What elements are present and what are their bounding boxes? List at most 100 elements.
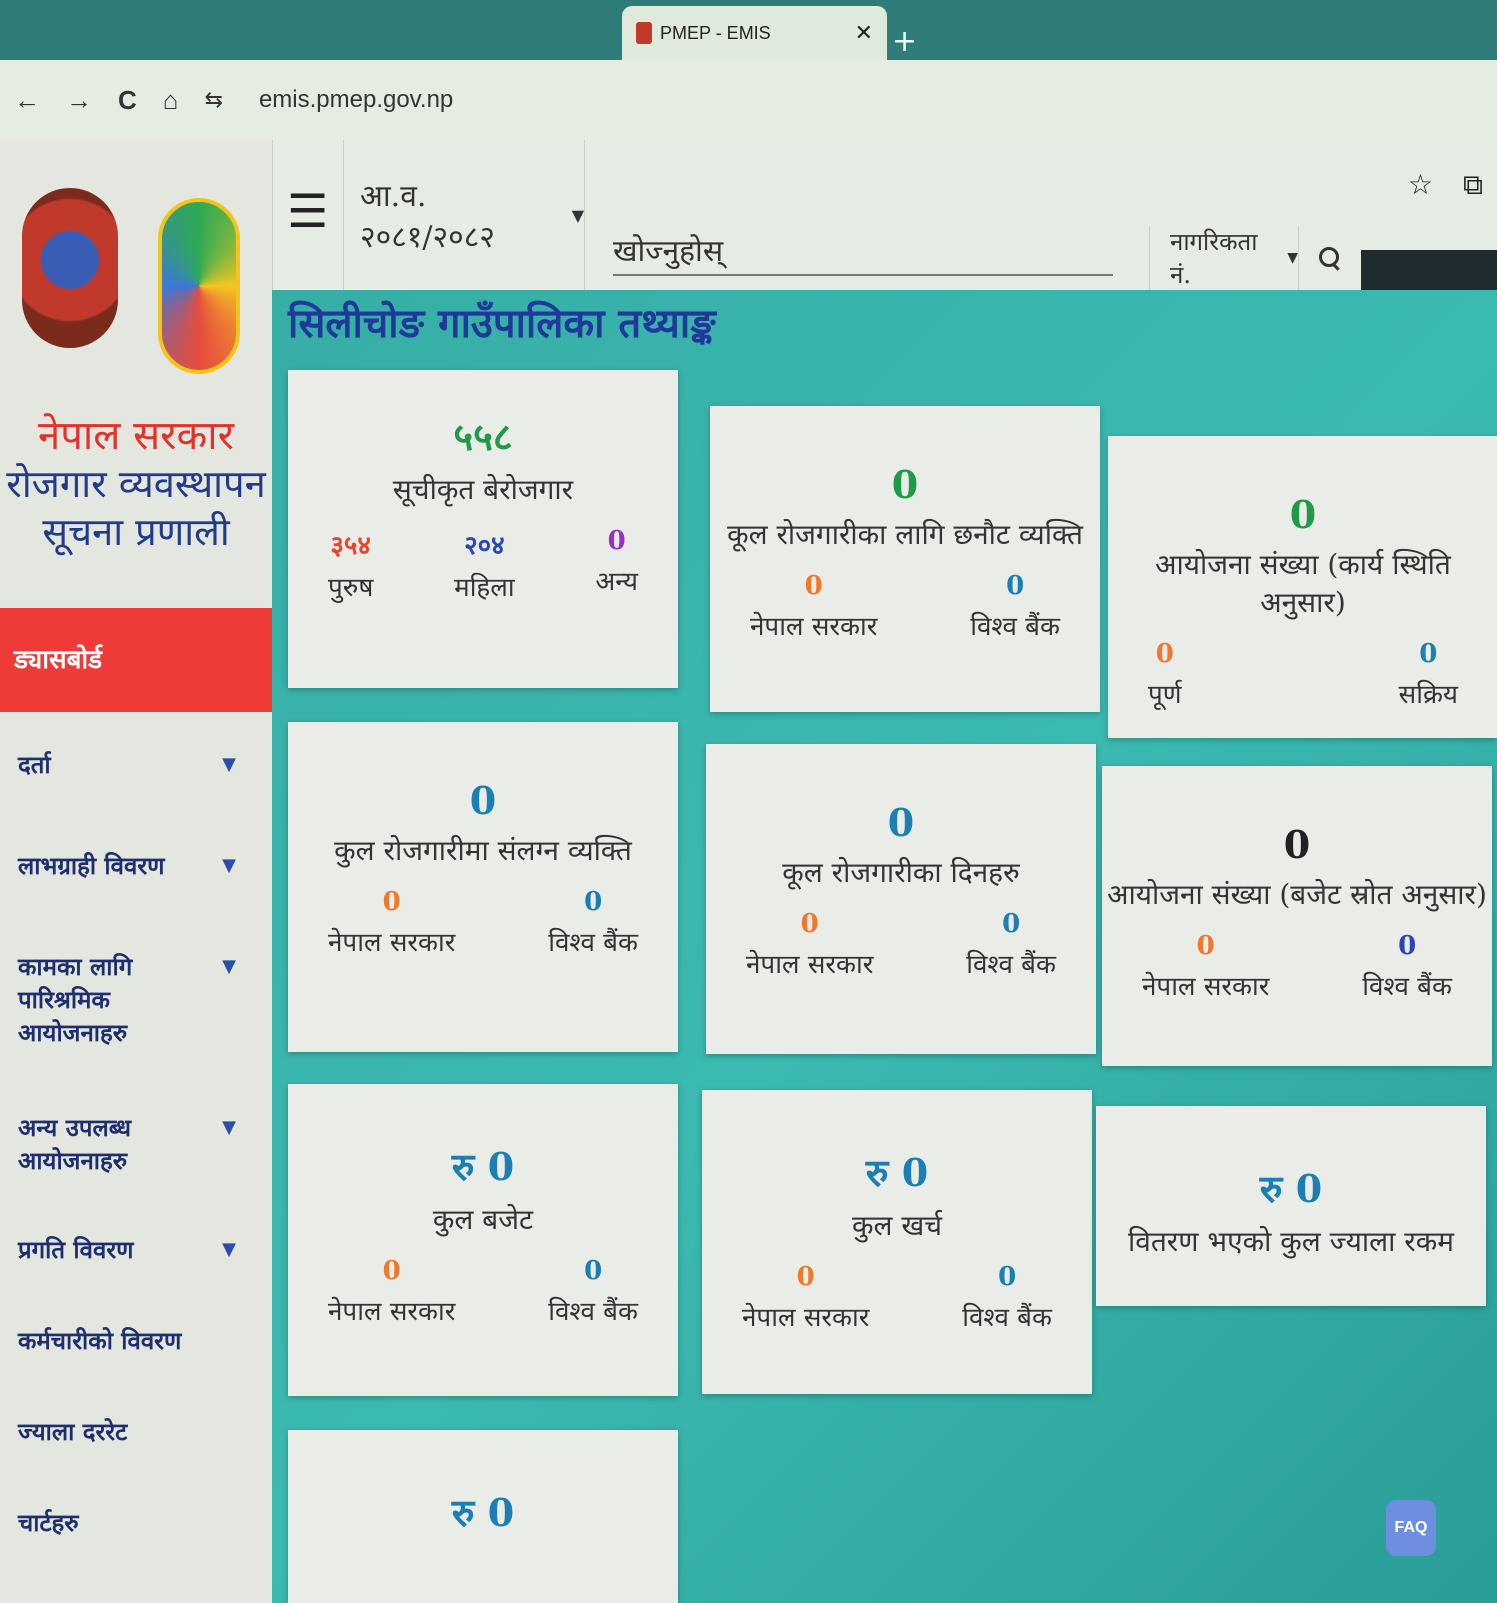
- breakdown-item: 0 विश्व बैंक: [548, 887, 638, 959]
- breakdown-item: 0 नेपाल सरकार: [742, 1262, 869, 1334]
- sidebar-item[interactable]: ज्याला दररेट: [0, 1415, 272, 1448]
- reload-icon[interactable]: C: [118, 85, 137, 116]
- sidebar-item[interactable]: कामका लागि पारिश्रमिक आयोजनाहरु ▼: [0, 950, 272, 1049]
- extensions-icon[interactable]: ⧉: [1463, 168, 1483, 202]
- chevron-down-icon[interactable]: ▼: [222, 1117, 236, 1138]
- sidebar: नेपाल सरकार रोजगार व्यवस्थापन सूचना प्रण…: [0, 140, 272, 1603]
- stat-breakdown: 0 पूर्ण 0 सक्रिय: [1108, 639, 1497, 711]
- url-text[interactable]: emis.pmep.gov.np: [259, 86, 453, 114]
- breakdown-value: ३५४: [330, 531, 371, 561]
- search-button[interactable]: [1303, 226, 1357, 290]
- sidebar-item-label: दर्ता: [18, 750, 51, 779]
- breakdown-value: 0: [1398, 931, 1417, 961]
- sidebar-item-dashboard[interactable]: ड्यासबोर्ड: [0, 608, 272, 712]
- breakdown-value: 0: [796, 1262, 815, 1292]
- sidebar-item[interactable]: चार्टहरु: [0, 1506, 272, 1539]
- stat-card: 0 आयोजना संख्या (कार्य स्थिति अनुसार) 0 पूर…: [1108, 436, 1497, 738]
- back-icon[interactable]: ←: [14, 85, 40, 116]
- breakdown-label: नेपाल सरकार: [1142, 972, 1270, 1002]
- sidebar-item[interactable]: अन्य उपलब्ध आयोजनाहरु ▼: [0, 1111, 272, 1177]
- stat-breakdown: 0 नेपाल सरकार 0 विश्व बैंक: [702, 1262, 1092, 1334]
- forward-icon[interactable]: →: [66, 85, 92, 116]
- breakdown-value: २०४: [464, 531, 505, 561]
- breakdown-value: 0: [800, 909, 819, 939]
- sidebar-item[interactable]: दर्ता ▼: [0, 748, 272, 781]
- breakdown-item: २०४ महिला: [454, 526, 514, 604]
- search-input[interactable]: [613, 228, 1113, 276]
- stat-value: रु 0: [451, 1144, 515, 1189]
- page-title: सिलीचोङ गाउँपालिका तथ्याङ्क: [288, 300, 716, 347]
- stat-value: रु 0: [865, 1150, 929, 1195]
- stat-card: 0 कूल रोजगारीका दिनहरु 0 नेपाल सरकार 0 विश्व …: [706, 744, 1096, 1054]
- breakdown-item: 0 नेपाल सरकार: [750, 571, 877, 643]
- address-bar: ← → C ⌂ ⇆ emis.pmep.gov.np: [0, 60, 1497, 140]
- breakdown-label: नेपाल सरकार: [750, 612, 878, 642]
- sidebar-item-label: चार्टहरु: [18, 1508, 79, 1537]
- government-title: नेपाल सरकार: [38, 413, 234, 459]
- stat-label: कूल रोजगारीका दिनहरु: [782, 856, 1020, 889]
- chevron-down-icon[interactable]: ▼: [222, 1239, 236, 1260]
- breakdown-label: नेपाल सरकार: [746, 950, 874, 980]
- stat-card: ५५८ सूचीकृत बेरोजगार ३५४ पुरुष २०४ महिला 0 अन्य: [288, 370, 678, 688]
- breakdown-item: 0 अन्य: [595, 526, 638, 604]
- dashboard-main: सिलीचोङ गाउँपालिका तथ्याङ्क ५५८ सूचीकृत ब…: [272, 290, 1497, 1603]
- breakdown-value: 0: [382, 887, 401, 917]
- stat-card: रु 0 कुल बजेट 0 नेपाल सरकार 0 विश्व बैंक: [288, 1084, 678, 1396]
- stat-label: सूचीकृत बेरोजगार: [392, 473, 574, 506]
- pmep-logo-icon: [158, 198, 240, 374]
- menu-icon[interactable]: ☰: [287, 184, 328, 238]
- stat-value: 0: [1283, 822, 1311, 867]
- close-icon[interactable]: ✕: [855, 20, 873, 46]
- breakdown-label: नेपाल सरकार: [328, 928, 456, 958]
- sidebar-item-label: ज्याला दररेट: [18, 1417, 128, 1446]
- faq-button[interactable]: FAQ: [1386, 1500, 1436, 1556]
- breakdown-item: 0 सक्रिय: [1399, 639, 1458, 711]
- chevron-down-icon: ▼: [571, 205, 584, 225]
- home-icon[interactable]: ⌂: [163, 85, 179, 116]
- breakdown-item: 0 नेपाल सरकार: [746, 909, 873, 981]
- system-title: रोजगार व्यवस्थापन सूचना प्रणाली: [6, 462, 266, 554]
- chevron-down-icon[interactable]: ▼: [222, 855, 236, 876]
- stat-breakdown: 0 नेपाल सरकार 0 विश्व बैंक: [288, 887, 678, 959]
- sidebar-item[interactable]: लाभग्राही विवरण ▼: [0, 849, 272, 882]
- stat-value: रु 0: [1259, 1166, 1323, 1211]
- chevron-down-icon[interactable]: ▼: [222, 956, 236, 977]
- stat-card: 0 आयोजना संख्या (बजेट स्रोत अनुसार) 0 नेपाल…: [1102, 766, 1492, 1066]
- stat-value: ५५८: [453, 414, 513, 459]
- stat-card: रु 0: [288, 1430, 678, 1603]
- stat-value: रु 0: [451, 1490, 515, 1535]
- breakdown-label: विश्व बैंक: [548, 928, 638, 958]
- logo-area: [0, 140, 272, 390]
- sidebar-menu: दर्ता ▼ लाभग्राही विवरण ▼ कामका लागि पारिश्र…: [0, 748, 272, 1539]
- breakdown-value: 0: [1196, 931, 1215, 961]
- breakdown-item: 0 विश्व बैंक: [966, 909, 1056, 981]
- browser-tab-bar: PMEP - EMIS ✕ +: [0, 0, 1497, 60]
- breakdown-label: विश्व बैंक: [966, 950, 1056, 980]
- id-type-select[interactable]: नागरिकता नं. ▼: [1149, 226, 1299, 290]
- breakdown-value: 0: [1155, 639, 1174, 669]
- breakdown-label: विश्व बैंक: [548, 1297, 638, 1327]
- nepal-emblem-icon: [22, 188, 118, 348]
- breakdown-label: पुरुष: [328, 573, 374, 603]
- bookmark-star-icon[interactable]: ☆: [1408, 168, 1433, 202]
- fiscal-year-select[interactable]: आ.व. २०८१/२०८२ ▼: [343, 140, 585, 290]
- breakdown-label: अन्य: [595, 567, 638, 597]
- browser-tab[interactable]: PMEP - EMIS ✕: [622, 6, 887, 60]
- stat-label: कुल बजेट: [432, 1203, 534, 1236]
- sidebar-item-label: कर्मचारीको विवरण: [18, 1326, 182, 1355]
- breakdown-item: 0 विश्व बैंक: [962, 1262, 1052, 1334]
- site-settings-icon[interactable]: ⇆: [205, 87, 223, 113]
- chevron-down-icon[interactable]: ▼: [222, 754, 236, 775]
- new-tab-icon[interactable]: +: [892, 24, 917, 59]
- breakdown-value: 0: [1006, 571, 1025, 601]
- browser-actions: ☆ ⧉: [1408, 168, 1483, 202]
- stat-card: रु 0 कुल खर्च 0 नेपाल सरकार 0 विश्व बैंक: [702, 1090, 1092, 1394]
- breakdown-value: 0: [607, 526, 626, 556]
- sidebar-item[interactable]: कर्मचारीको विवरण: [0, 1324, 272, 1357]
- breakdown-label: महिला: [454, 573, 515, 603]
- breakdown-value: 0: [382, 1256, 401, 1286]
- sidebar-item[interactable]: प्रगति विवरण ▼: [0, 1233, 272, 1266]
- stat-breakdown: ३५४ पुरुष २०४ महिला 0 अन्य: [288, 526, 678, 604]
- stat-breakdown: 0 नेपाल सरकार 0 विश्व बैंक: [1102, 931, 1492, 1003]
- stat-value: 0: [1289, 492, 1317, 537]
